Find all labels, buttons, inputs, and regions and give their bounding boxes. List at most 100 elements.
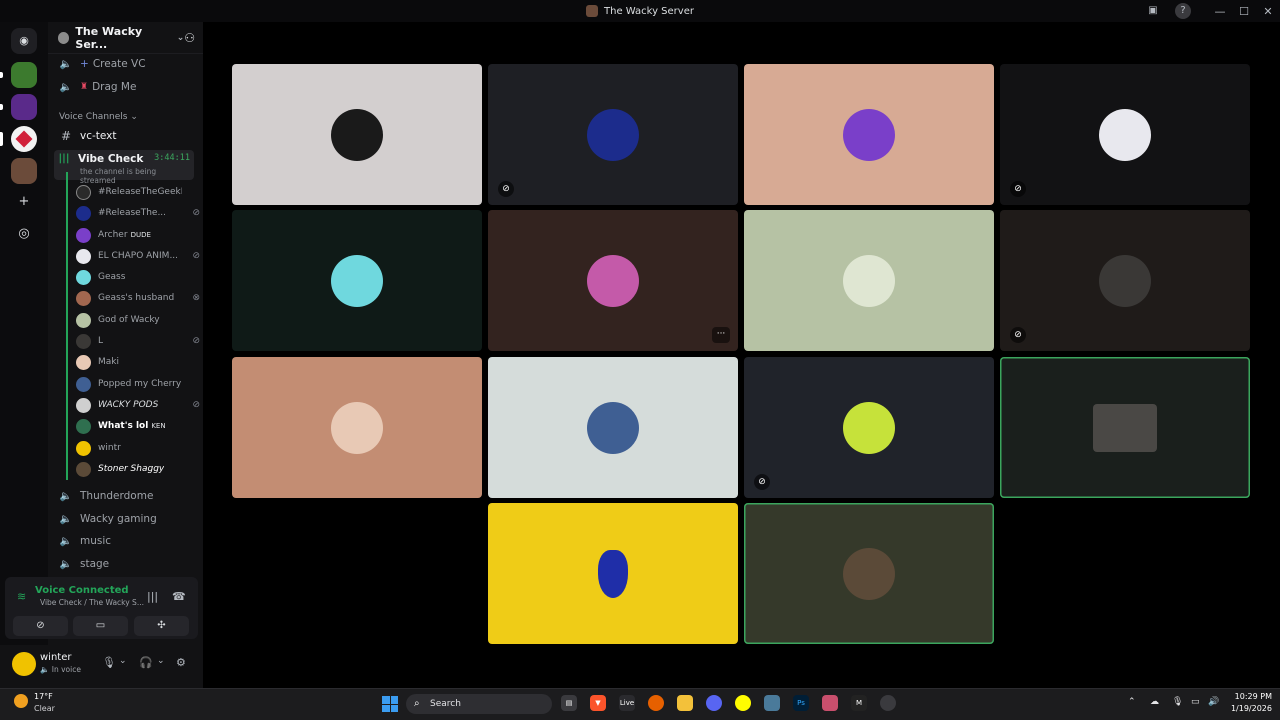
channel-vc-text[interactable]: # vc-text: [56, 126, 196, 146]
chevron-down-icon[interactable]: ⌄: [177, 33, 185, 43]
signal-icon[interactable]: ≋: [17, 590, 26, 603]
weather-temperature: 17°F: [34, 692, 53, 701]
participant-tile[interactable]: [1000, 357, 1250, 498]
channel-thunderdome[interactable]: 🔈 Thunderdome: [56, 486, 196, 506]
avatar: [76, 440, 91, 456]
user-avatar[interactable]: [12, 652, 36, 676]
firefox-icon[interactable]: [648, 695, 664, 711]
noise-suppression-icon[interactable]: |||: [147, 590, 158, 603]
channel-drag-me[interactable]: 🔈 ♜ Drag Me: [56, 77, 196, 97]
participant-tile[interactable]: ⊘: [744, 357, 994, 498]
voice-member[interactable]: Stoner Shaggy: [76, 459, 200, 479]
speaker-icon: 🔈: [59, 81, 73, 93]
voice-location[interactable]: Vibe Check / The Wacky S...: [40, 598, 144, 607]
channel-music[interactable]: 🔈 music: [56, 531, 196, 551]
m-app-icon[interactable]: M: [851, 695, 867, 711]
chevron-up-icon[interactable]: ⌃: [1128, 697, 1136, 707]
steam-icon[interactable]: [880, 695, 896, 711]
participant-tile[interactable]: [744, 503, 994, 644]
server-wacky[interactable]: [11, 158, 37, 184]
unread-pip: [0, 72, 3, 78]
voice-member[interactable]: EL CHAPO ANIM... ⊘: [76, 246, 200, 266]
discover-icon[interactable]: ◎: [14, 224, 34, 244]
snapchat-icon[interactable]: [735, 695, 751, 711]
minimize-icon[interactable]: —: [1208, 5, 1232, 18]
taskbar-search[interactable]: ⌕ Search: [406, 694, 552, 714]
voice-member[interactable]: L ⊘: [76, 331, 200, 351]
headphones-icon[interactable]: 🎧: [139, 656, 153, 669]
server-header[interactable]: The Wacky Ser... ⌄ ⚇: [48, 22, 203, 54]
voice-member[interactable]: Popped my Cherry: [76, 374, 200, 394]
voice-member[interactable]: Geass: [76, 267, 200, 287]
participant-tile[interactable]: [744, 210, 994, 351]
close-icon[interactable]: ✕: [1256, 5, 1280, 18]
discord-taskbar-icon[interactable]: [706, 695, 722, 711]
voice-member[interactable]: WACKY PODS ⊘: [76, 395, 200, 415]
voice-member[interactable]: Geass's husband ⊗: [76, 288, 200, 308]
image-app-icon[interactable]: [764, 695, 780, 711]
voice-member[interactable]: What's lol KEN: [76, 416, 200, 436]
disconnect-icon[interactable]: ☎: [172, 590, 186, 603]
server-turd-island[interactable]: [11, 62, 37, 88]
participant-tile[interactable]: [232, 210, 482, 351]
onedrive-icon[interactable]: ☁: [1150, 697, 1159, 707]
channel-wacky-gaming[interactable]: 🔈 Wacky gaming: [56, 509, 196, 529]
weather-moon-icon[interactable]: [14, 694, 28, 708]
taskbar-time[interactable]: 10:29 PM: [1228, 692, 1272, 701]
category-voice-channels[interactable]: Voice Channels ⌄: [59, 112, 138, 122]
network-icon[interactable]: ▭: [1191, 697, 1200, 707]
activities-button[interactable]: ✣: [134, 616, 189, 636]
voice-member[interactable]: Archer DUDE: [76, 225, 200, 245]
participant-tile[interactable]: ···: [488, 210, 738, 351]
taskbar-date[interactable]: 1/19/2026: [1224, 704, 1272, 713]
chevron-down-icon: ⌄: [130, 112, 138, 122]
windows-start-icon[interactable]: [382, 696, 398, 712]
server-purple[interactable]: [11, 94, 37, 120]
participant-tile[interactable]: [488, 503, 738, 644]
microphone-icon[interactable]: 🎙: [102, 656, 116, 669]
discord-home-icon[interactable]: ◉: [11, 28, 37, 54]
participant-tile[interactable]: [232, 64, 482, 205]
microphone-icon[interactable]: 🎙: [1172, 697, 1183, 707]
heart-icon: [15, 130, 33, 148]
participant-tile[interactable]: [232, 357, 482, 498]
participant-tile[interactable]: ⊘: [488, 64, 738, 205]
chevron-down-icon[interactable]: ⌄: [157, 656, 165, 666]
member-tag: DUDE: [130, 231, 151, 239]
help-icon[interactable]: ?: [1175, 3, 1191, 19]
channel-create-vc[interactable]: 🔈 + Create VC: [56, 54, 196, 74]
voice-member[interactable]: wintr: [76, 438, 200, 458]
participant-tile[interactable]: ⊘: [1000, 210, 1250, 351]
muted-icon: ⊘: [192, 400, 200, 410]
participant-avatar: [843, 547, 895, 600]
participant-avatar: [331, 254, 383, 307]
participant-tile[interactable]: [744, 64, 994, 205]
server-heart[interactable]: [11, 126, 37, 152]
add-server-icon[interactable]: +: [14, 192, 34, 212]
live-app-icon[interactable]: Live: [619, 695, 635, 711]
deafened-icon: ⊘: [192, 251, 200, 261]
invite-icon[interactable]: ⚇: [184, 31, 195, 45]
file-explorer-icon[interactable]: [677, 695, 693, 711]
avatar: [76, 376, 91, 392]
screen-share-button[interactable]: ▭: [73, 616, 128, 636]
voice-member[interactable]: #ReleaseThe... ⊘: [76, 203, 200, 223]
photos-icon[interactable]: [822, 695, 838, 711]
photoshop-icon[interactable]: Ps: [793, 695, 809, 711]
channel-stage[interactable]: 🔈 stage: [56, 554, 196, 574]
inbox-icon[interactable]: ▣: [1145, 3, 1161, 19]
chevron-down-icon[interactable]: ⌄: [119, 656, 127, 666]
participant-tile[interactable]: [488, 357, 738, 498]
task-view-icon[interactable]: ▤: [561, 695, 577, 711]
more-options-icon[interactable]: ···: [712, 327, 730, 343]
voice-member[interactable]: #ReleaseTheGeekFiles: [76, 182, 200, 202]
brave-icon[interactable]: ▼: [590, 695, 606, 711]
settings-gear-icon[interactable]: ⚙: [176, 656, 186, 669]
maximize-icon[interactable]: ☐: [1232, 5, 1256, 18]
voice-member[interactable]: Maki: [76, 352, 200, 372]
participant-tile[interactable]: ⊘: [1000, 64, 1250, 205]
volume-icon[interactable]: 🔊: [1208, 697, 1219, 707]
camera-button[interactable]: ⊘: [13, 616, 68, 636]
channel-vibe-check[interactable]: ||| Vibe Check 3:44:11 the channel is be…: [54, 150, 194, 185]
voice-member[interactable]: God of Wacky: [76, 310, 200, 330]
